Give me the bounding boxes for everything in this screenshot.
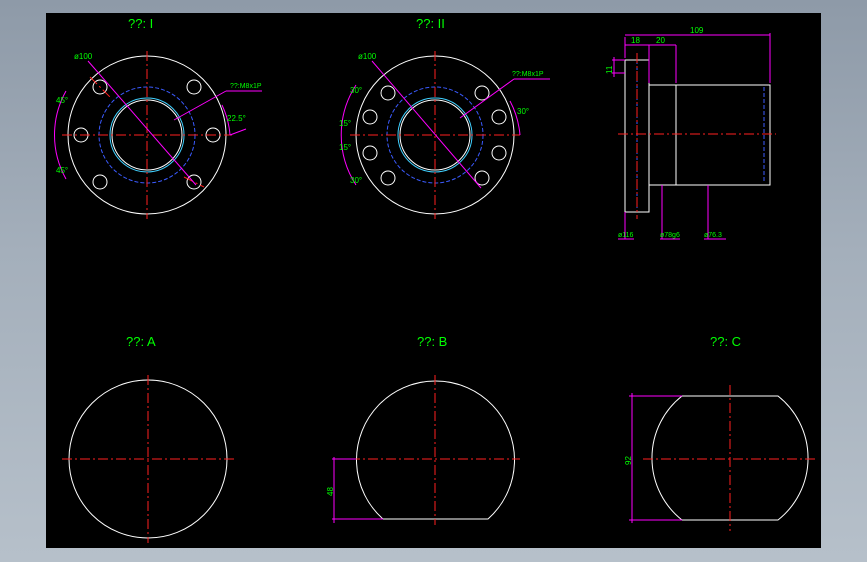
dim-angle-22: 22.5° [227, 114, 246, 123]
dim-11: 11 [605, 65, 614, 74]
bolt-hole[interactable] [92, 174, 108, 190]
dim-20: 20 [656, 36, 665, 45]
view-i: ??: I ø100 ??:M8x1P 45° 45° 22.5° [54, 16, 262, 219]
side-view: 18 20 109 11 ø116 ø78g6 ø76.3 [605, 26, 776, 240]
bolt-hole[interactable] [380, 85, 396, 101]
dim-48: 48 [326, 487, 335, 496]
cad-drawing: ??: I ø100 ??:M8x1P 45° 45° 22.5° ??: II… [54, 16, 816, 543]
dim-thread: ??:M8x1P [512, 71, 544, 78]
dim-angle-15-bottom: 15° [339, 143, 351, 152]
drawing-canvas[interactable]: ??: I ø100 ??:M8x1P 45° 45° 22.5° ??: II… [46, 13, 821, 548]
view-c: ??: C 92 [624, 334, 816, 531]
dim-dia-76: ø76.3 [704, 232, 722, 239]
view-ii: ??: II ø100 ??:M8x1P 30° 15° 15° 30° 30° [339, 16, 550, 219]
body-profile[interactable] [648, 84, 771, 186]
dim-angle-30-right: 30° [517, 107, 529, 116]
view-ii-title: ??: II [416, 16, 445, 31]
dim-angle-45-bottom: 45° [56, 166, 68, 175]
dim-angle-30-top: 30° [350, 86, 362, 95]
cad-window-frame: ??: I ø100 ??:M8x1P 45° 45° 22.5° ??: II… [0, 0, 867, 562]
bolt-hole[interactable] [380, 170, 396, 186]
dim-angle-30-bottom: 30° [350, 176, 362, 185]
angle-leader-right [229, 128, 247, 136]
dim-dia-116: ø116 [618, 232, 634, 239]
dim-angle-15-top: 15° [339, 119, 351, 128]
view-i-title: ??: I [128, 16, 153, 31]
dim-109: 109 [690, 26, 704, 35]
dim-dia-outer: ø100 [74, 52, 93, 61]
view-c-title: ??: C [710, 334, 741, 349]
bolt-hole[interactable] [362, 109, 378, 125]
dim-angle-45-top: 45° [56, 96, 68, 105]
view-b-title: ??: B [417, 334, 447, 349]
view-a-title: ??: A [126, 334, 156, 349]
bolt-hole[interactable] [186, 79, 202, 95]
view-a: ??: A [62, 334, 234, 543]
view-b: ??: B 48 [326, 334, 520, 525]
dim-dia-78: ø78g6 [660, 232, 680, 239]
bolt-hole[interactable] [362, 145, 378, 161]
dim-18: 18 [631, 36, 640, 45]
dim-thread: ??:M8x1P [230, 83, 262, 90]
dim-dia-outer: ø100 [358, 52, 377, 61]
thread-leader [459, 78, 515, 119]
bolt-hole[interactable] [491, 145, 507, 161]
thread-leader [173, 90, 227, 121]
dim-92: 92 [624, 456, 633, 465]
bolt-hole[interactable] [491, 109, 507, 125]
bolt-hole[interactable] [474, 85, 490, 101]
